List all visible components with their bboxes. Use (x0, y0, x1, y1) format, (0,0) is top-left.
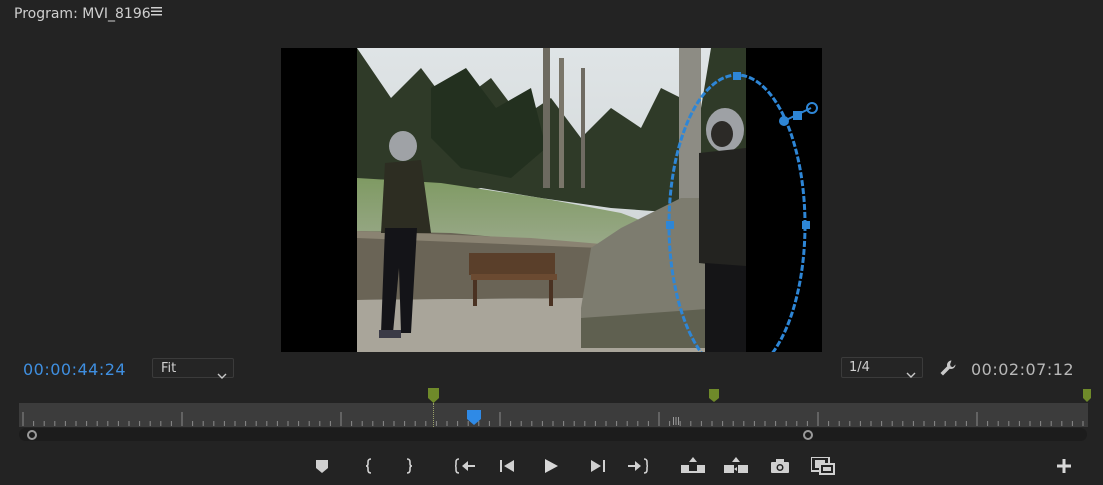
wrench-icon[interactable] (938, 358, 958, 378)
extract-button[interactable] (723, 455, 749, 477)
camera-icon (771, 459, 789, 473)
extract-icon (724, 457, 748, 475)
go-to-out-icon (628, 458, 648, 474)
lift-icon (681, 457, 705, 475)
zoom-handle-left[interactable] (27, 430, 37, 440)
plus-icon (1057, 459, 1071, 473)
program-monitor-video[interactable] (281, 48, 822, 352)
add-marker-button[interactable] (309, 455, 335, 477)
export-frame-button[interactable] (767, 455, 793, 477)
mark-out-button[interactable] (396, 455, 422, 477)
zoom-handle-right[interactable] (803, 430, 813, 440)
play-icon (543, 458, 559, 474)
step-forward-icon (589, 459, 605, 473)
go-to-in-icon (455, 458, 475, 474)
zoom-level-select[interactable]: Fit (152, 358, 234, 379)
step-back-icon (500, 459, 516, 473)
mark-in-button[interactable] (356, 455, 382, 477)
play-button[interactable] (538, 455, 564, 477)
panel-title[interactable]: Program: MVI_8196 (14, 6, 151, 22)
playhead[interactable] (467, 410, 482, 430)
in-out-indicator (673, 410, 679, 425)
time-ruler-ticks (22, 412, 1084, 426)
zoom-level-value: Fit (161, 361, 177, 376)
mark-in-icon (364, 458, 374, 474)
marker-icon (316, 459, 328, 473)
playback-resolution-select[interactable]: 1/4 (841, 357, 923, 378)
step-back-button[interactable] (495, 455, 521, 477)
video-frame-image (281, 48, 822, 352)
chevron-down-icon (906, 363, 916, 382)
film-icon (811, 457, 835, 475)
marker-line (433, 403, 435, 427)
chevron-down-icon (217, 364, 227, 383)
zoom-scroll-bar[interactable] (19, 428, 1087, 441)
mark-out-icon (404, 458, 414, 474)
go-to-out-button[interactable] (625, 455, 651, 477)
go-to-in-button[interactable] (452, 455, 478, 477)
resolution-value: 1/4 (849, 360, 870, 375)
multi-camera-button[interactable] (810, 455, 836, 477)
current-timecode[interactable]: 00:00:44:24 (23, 360, 126, 379)
duration-timecode: 00:02:07:12 (971, 360, 1075, 379)
step-forward-button[interactable] (584, 455, 610, 477)
lift-button[interactable] (680, 455, 706, 477)
hamburger-menu-icon[interactable] (151, 5, 163, 21)
add-button[interactable] (1051, 455, 1077, 477)
